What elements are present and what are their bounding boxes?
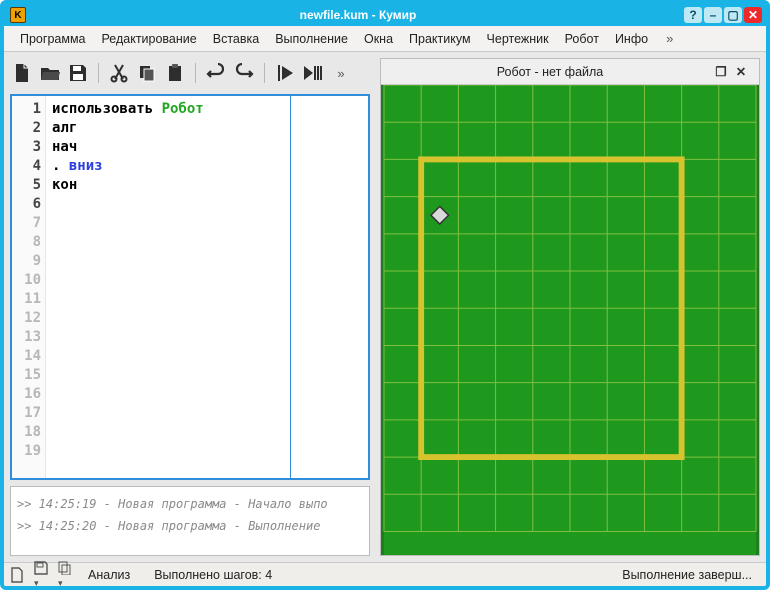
sb-analysis[interactable]: Анализ: [80, 568, 138, 582]
window-title: newfile.kum - Кумир: [32, 8, 684, 22]
editor-toolbar: »: [10, 58, 370, 88]
undo-icon[interactable]: [204, 61, 228, 85]
code-editor[interactable]: 12345678910111213141516171819 использова…: [10, 94, 370, 480]
paste-icon[interactable]: [163, 61, 187, 85]
ruler-line: [290, 96, 291, 478]
menu-robot[interactable]: Робот: [557, 29, 607, 49]
menu-edit[interactable]: Редактирование: [94, 29, 205, 49]
toolbar-separator: [195, 63, 196, 83]
menubar: Программа Редактирование Вставка Выполне…: [4, 26, 766, 52]
editor-pane: » 12345678910111213141516171819 использо…: [10, 58, 370, 556]
menu-info[interactable]: Инфо: [607, 29, 656, 49]
robot-pane-title: Робот - нет файла: [389, 65, 711, 79]
titlebar[interactable]: K newfile.kum - Кумир ? – ▢ ✕: [4, 4, 766, 26]
menu-windows[interactable]: Окна: [356, 29, 401, 49]
sb-steps: Выполнено шагов: 4: [146, 568, 280, 582]
toolbar-separator: [264, 63, 265, 83]
toolbar-separator: [98, 63, 99, 83]
sb-doc-icon[interactable]: [10, 567, 24, 583]
step-icon[interactable]: [301, 61, 325, 85]
sb-copy-icon[interactable]: ▾: [58, 561, 72, 589]
app-window: K newfile.kum - Кумир ? – ▢ ✕ Программа …: [0, 0, 770, 590]
menu-insert[interactable]: Вставка: [205, 29, 267, 49]
new-file-icon[interactable]: [10, 61, 34, 85]
save-file-icon[interactable]: [66, 61, 90, 85]
menu-practicum[interactable]: Практикум: [401, 29, 479, 49]
menu-program[interactable]: Программа: [12, 29, 94, 49]
sb-exec: Выполнение заверш...: [614, 568, 760, 582]
line-gutter: 12345678910111213141516171819: [12, 96, 46, 478]
menu-run[interactable]: Выполнение: [267, 29, 356, 49]
cut-icon[interactable]: [107, 61, 131, 85]
sb-save-icon[interactable]: ▾: [34, 561, 48, 589]
minimize-button[interactable]: –: [704, 7, 722, 23]
redo-icon[interactable]: [232, 61, 256, 85]
code-area[interactable]: использовать Роботалгнач. внизкон: [46, 96, 368, 478]
help-button[interactable]: ?: [684, 7, 702, 23]
toolbar-overflow[interactable]: »: [329, 61, 353, 85]
open-file-icon[interactable]: [38, 61, 62, 85]
copy-icon[interactable]: [135, 61, 159, 85]
robot-pane: Робот - нет файла ❐ ✕: [380, 58, 760, 556]
close-panel-icon[interactable]: ✕: [731, 63, 751, 81]
run-icon[interactable]: [273, 61, 297, 85]
robot-pane-header: Робот - нет файла ❐ ✕: [381, 59, 759, 85]
statusbar: ▾ ▾ Анализ Выполнено шагов: 4 Выполнение…: [4, 562, 766, 586]
robot-field[interactable]: [381, 85, 759, 555]
output-console[interactable]: >> 14:25:19 - Новая программа - Начало в…: [10, 486, 370, 556]
menu-overflow[interactable]: »: [658, 28, 681, 49]
close-button[interactable]: ✕: [744, 7, 762, 23]
maximize-button[interactable]: ▢: [724, 7, 742, 23]
restore-icon[interactable]: ❐: [711, 63, 731, 81]
app-icon: K: [10, 7, 26, 23]
menu-drawer[interactable]: Чертежник: [479, 29, 557, 49]
